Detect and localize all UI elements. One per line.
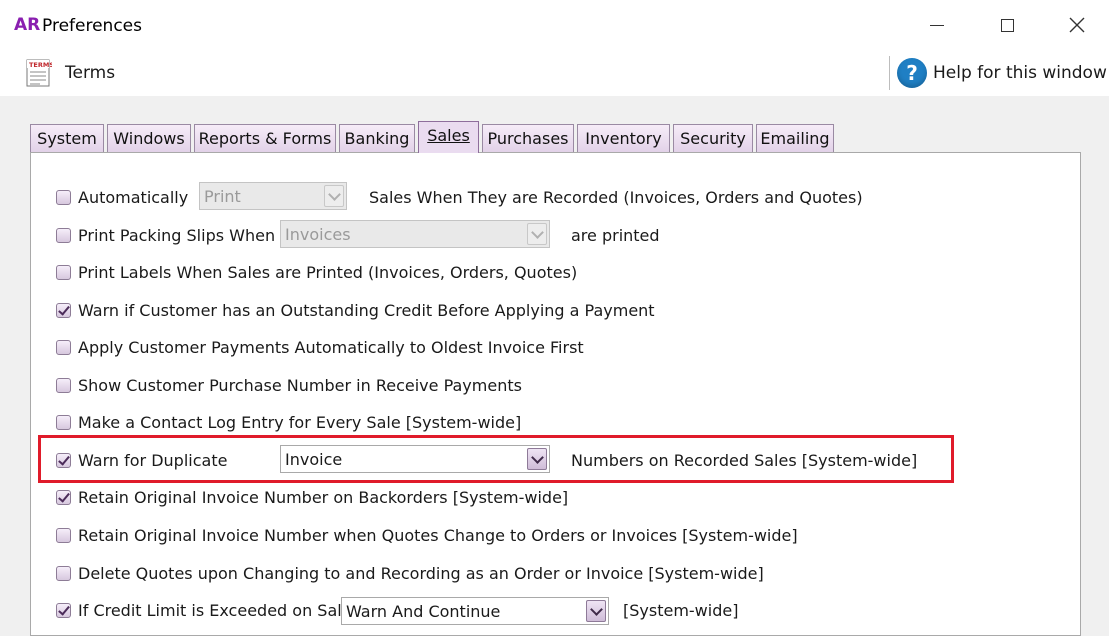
help-label: Help for this window	[933, 63, 1107, 83]
tab-system[interactable]: System	[30, 124, 104, 152]
packing-slips-select-value: Invoices	[285, 225, 351, 244]
minimize-icon	[930, 24, 944, 26]
close-icon	[1069, 17, 1085, 33]
packing-slips-dropdown-button[interactable]	[527, 223, 547, 245]
credit-limit-checkbox[interactable]	[56, 602, 71, 618]
maximize-icon	[1000, 18, 1014, 32]
title-bar: AR Preferences	[0, 0, 1109, 50]
credit-limit-label: If Credit Limit is Exceeded on Sale	[78, 600, 352, 620]
retain-quotes-checkbox[interactable]	[56, 527, 71, 543]
warn-credit-label: Warn if Customer has an Outstanding Cred…	[78, 300, 655, 320]
tab-windows-label: Windows	[113, 129, 185, 148]
tab-emailing-label: Emailing	[760, 129, 830, 148]
credit-limit-select-value: Warn And Continue	[346, 602, 501, 621]
terms-document-icon[interactable]: TERMS	[24, 58, 52, 88]
auto-print-checkbox[interactable]	[56, 189, 71, 205]
tab-emailing[interactable]: Emailing	[756, 124, 834, 152]
contact-log-label: Make a Contact Log Entry for Every Sale …	[78, 412, 522, 432]
credit-limit-suffix: [System-wide]	[623, 601, 739, 620]
retain-backorders-option: Retain Original Invoice Number on Backor…	[56, 485, 568, 509]
print-labels-label: Print Labels When Sales are Printed (Inv…	[78, 262, 578, 282]
retain-quotes-option: Retain Original Invoice Number when Quot…	[56, 523, 798, 547]
chevron-down-icon	[327, 187, 341, 201]
auto-print-label: Automatically	[78, 187, 189, 207]
tab-purchases[interactable]: Purchases	[482, 124, 574, 152]
apply-payments-checkbox[interactable]	[56, 339, 71, 355]
help-button[interactable]: ? Help for this window	[897, 58, 1107, 88]
warn-credit-checkbox[interactable]	[56, 302, 71, 318]
minimize-button[interactable]	[902, 0, 972, 50]
tab-inventory-label: Inventory	[585, 129, 662, 148]
tab-sales-label: Sales	[427, 126, 470, 145]
retain-backorders-checkbox[interactable]	[56, 489, 71, 505]
contact-log-option: Make a Contact Log Entry for Every Sale …	[56, 410, 521, 434]
credit-limit-dropdown-button[interactable]	[586, 600, 606, 622]
print-labels-checkbox[interactable]	[56, 264, 71, 280]
help-icon: ?	[897, 58, 927, 88]
tab-banking[interactable]: Banking	[339, 124, 415, 152]
contact-log-checkbox[interactable]	[56, 414, 71, 430]
delete-quotes-label: Delete Quotes upon Changing to and Recor…	[78, 563, 764, 583]
apply-payments-label: Apply Customer Payments Automatically to…	[78, 337, 584, 357]
app-logo: AR	[14, 15, 41, 35]
retain-backorders-label: Retain Original Invoice Number on Backor…	[78, 487, 569, 507]
delete-quotes-checkbox[interactable]	[56, 565, 71, 581]
terms-label[interactable]: Terms	[65, 63, 115, 83]
highlight-box	[38, 435, 954, 483]
tab-purchases-label: Purchases	[487, 129, 569, 148]
tab-system-label: System	[37, 129, 97, 148]
print-labels-option: Print Labels When Sales are Printed (Inv…	[56, 260, 577, 284]
credit-limit-option: If Credit Limit is Exceeded on Sale	[56, 598, 352, 622]
credit-limit-select[interactable]: Warn And Continue	[341, 597, 609, 625]
show-po-label: Show Customer Purchase Number in Receive…	[78, 375, 522, 395]
tab-reports-forms[interactable]: Reports & Forms	[194, 124, 336, 152]
apply-payments-option: Apply Customer Payments Automatically to…	[56, 335, 584, 359]
packing-slips-label: Print Packing Slips When	[78, 225, 276, 245]
delete-quotes-option: Delete Quotes upon Changing to and Recor…	[56, 561, 764, 585]
tab-security[interactable]: Security	[673, 124, 753, 152]
show-po-option: Show Customer Purchase Number in Receive…	[56, 373, 522, 397]
toolbar: TERMS Terms ? Help for this window	[0, 50, 1109, 96]
show-po-checkbox[interactable]	[56, 377, 71, 393]
auto-print-dropdown-button[interactable]	[324, 185, 344, 207]
toolbar-separator	[889, 56, 890, 90]
tab-security-label: Security	[680, 129, 746, 148]
tab-reports-forms-label: Reports & Forms	[198, 129, 332, 148]
chevron-down-icon	[530, 225, 544, 239]
packing-slips-suffix: are printed	[571, 226, 660, 245]
packing-slips-option: Print Packing Slips When	[56, 223, 275, 247]
auto-print-select[interactable]: Print	[199, 182, 347, 210]
tab-banking-label: Banking	[344, 129, 410, 148]
tab-sales[interactable]: Sales	[418, 121, 479, 153]
auto-print-suffix: Sales When They are Recorded (Invoices, …	[369, 188, 863, 207]
maximize-button[interactable]	[972, 0, 1042, 50]
retain-quotes-label: Retain Original Invoice Number when Quot…	[78, 525, 798, 545]
close-button[interactable]	[1042, 0, 1109, 50]
auto-print-select-value: Print	[204, 187, 241, 206]
packing-slips-checkbox[interactable]	[56, 227, 71, 243]
auto-print-option: Automatically	[56, 185, 188, 209]
chevron-down-icon	[589, 602, 603, 616]
tab-inventory[interactable]: Inventory	[577, 124, 670, 152]
packing-slips-select[interactable]: Invoices	[280, 220, 550, 248]
svg-text:TERMS: TERMS	[29, 61, 52, 69]
warn-credit-option: Warn if Customer has an Outstanding Cred…	[56, 298, 655, 322]
tab-windows[interactable]: Windows	[107, 124, 191, 152]
window-title: Preferences	[42, 16, 142, 36]
